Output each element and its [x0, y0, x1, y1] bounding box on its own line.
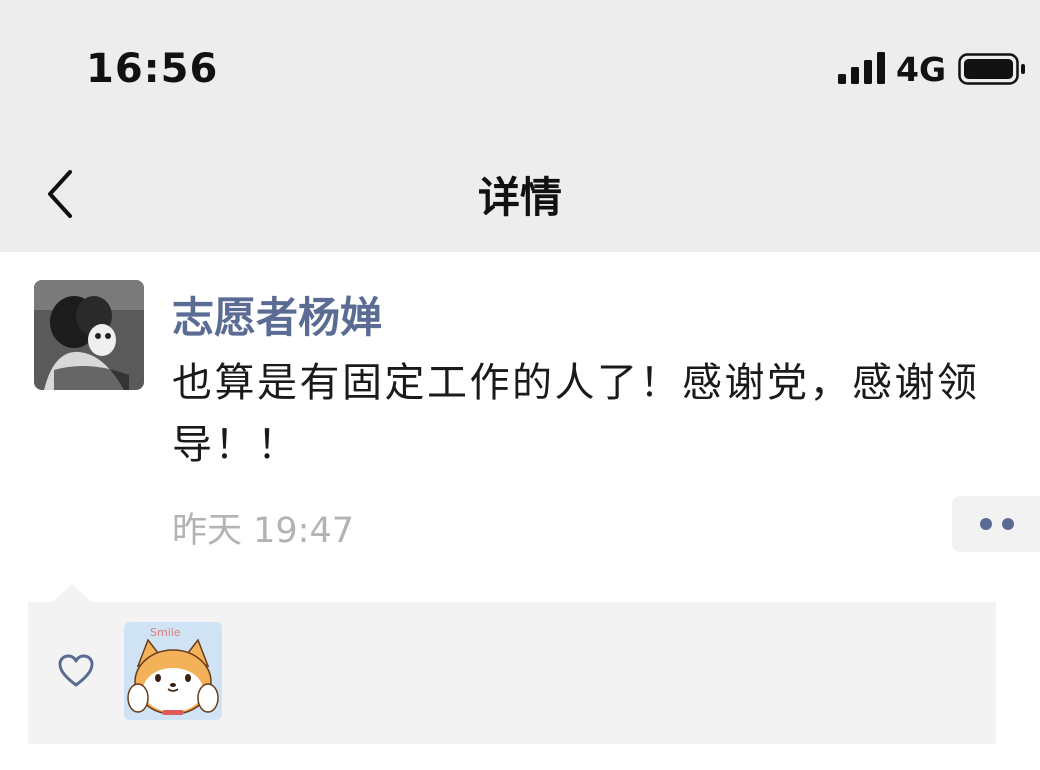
post-timestamp: 昨天 19:47 — [172, 511, 354, 551]
nav-bar: 详情 — [0, 140, 1040, 252]
more-dots-icon — [980, 518, 992, 530]
likes-panel-pointer — [52, 584, 92, 602]
likes-panel: Smile — [28, 602, 996, 744]
author-avatar[interactable] — [34, 280, 144, 390]
more-dots-icon — [1002, 518, 1014, 530]
more-actions-button[interactable] — [952, 496, 1040, 552]
battery-icon — [958, 53, 1025, 85]
network-type: 4G — [896, 50, 947, 89]
heart-outline-icon — [58, 654, 94, 687]
status-time: 16:56 — [86, 46, 219, 92]
post-content: 也算是有固定工作的人了！感谢党，感谢领导！！ — [172, 360, 980, 468]
liker-avatar-text: Smile — [150, 626, 181, 639]
author-name[interactable]: 志愿者杨婵 — [172, 284, 382, 345]
page-title: 详情 — [477, 173, 562, 222]
status-bar: 16:56 4G — [0, 0, 1040, 140]
signal-bars-icon — [838, 52, 885, 84]
liker-avatar[interactable]: Smile — [124, 622, 222, 720]
